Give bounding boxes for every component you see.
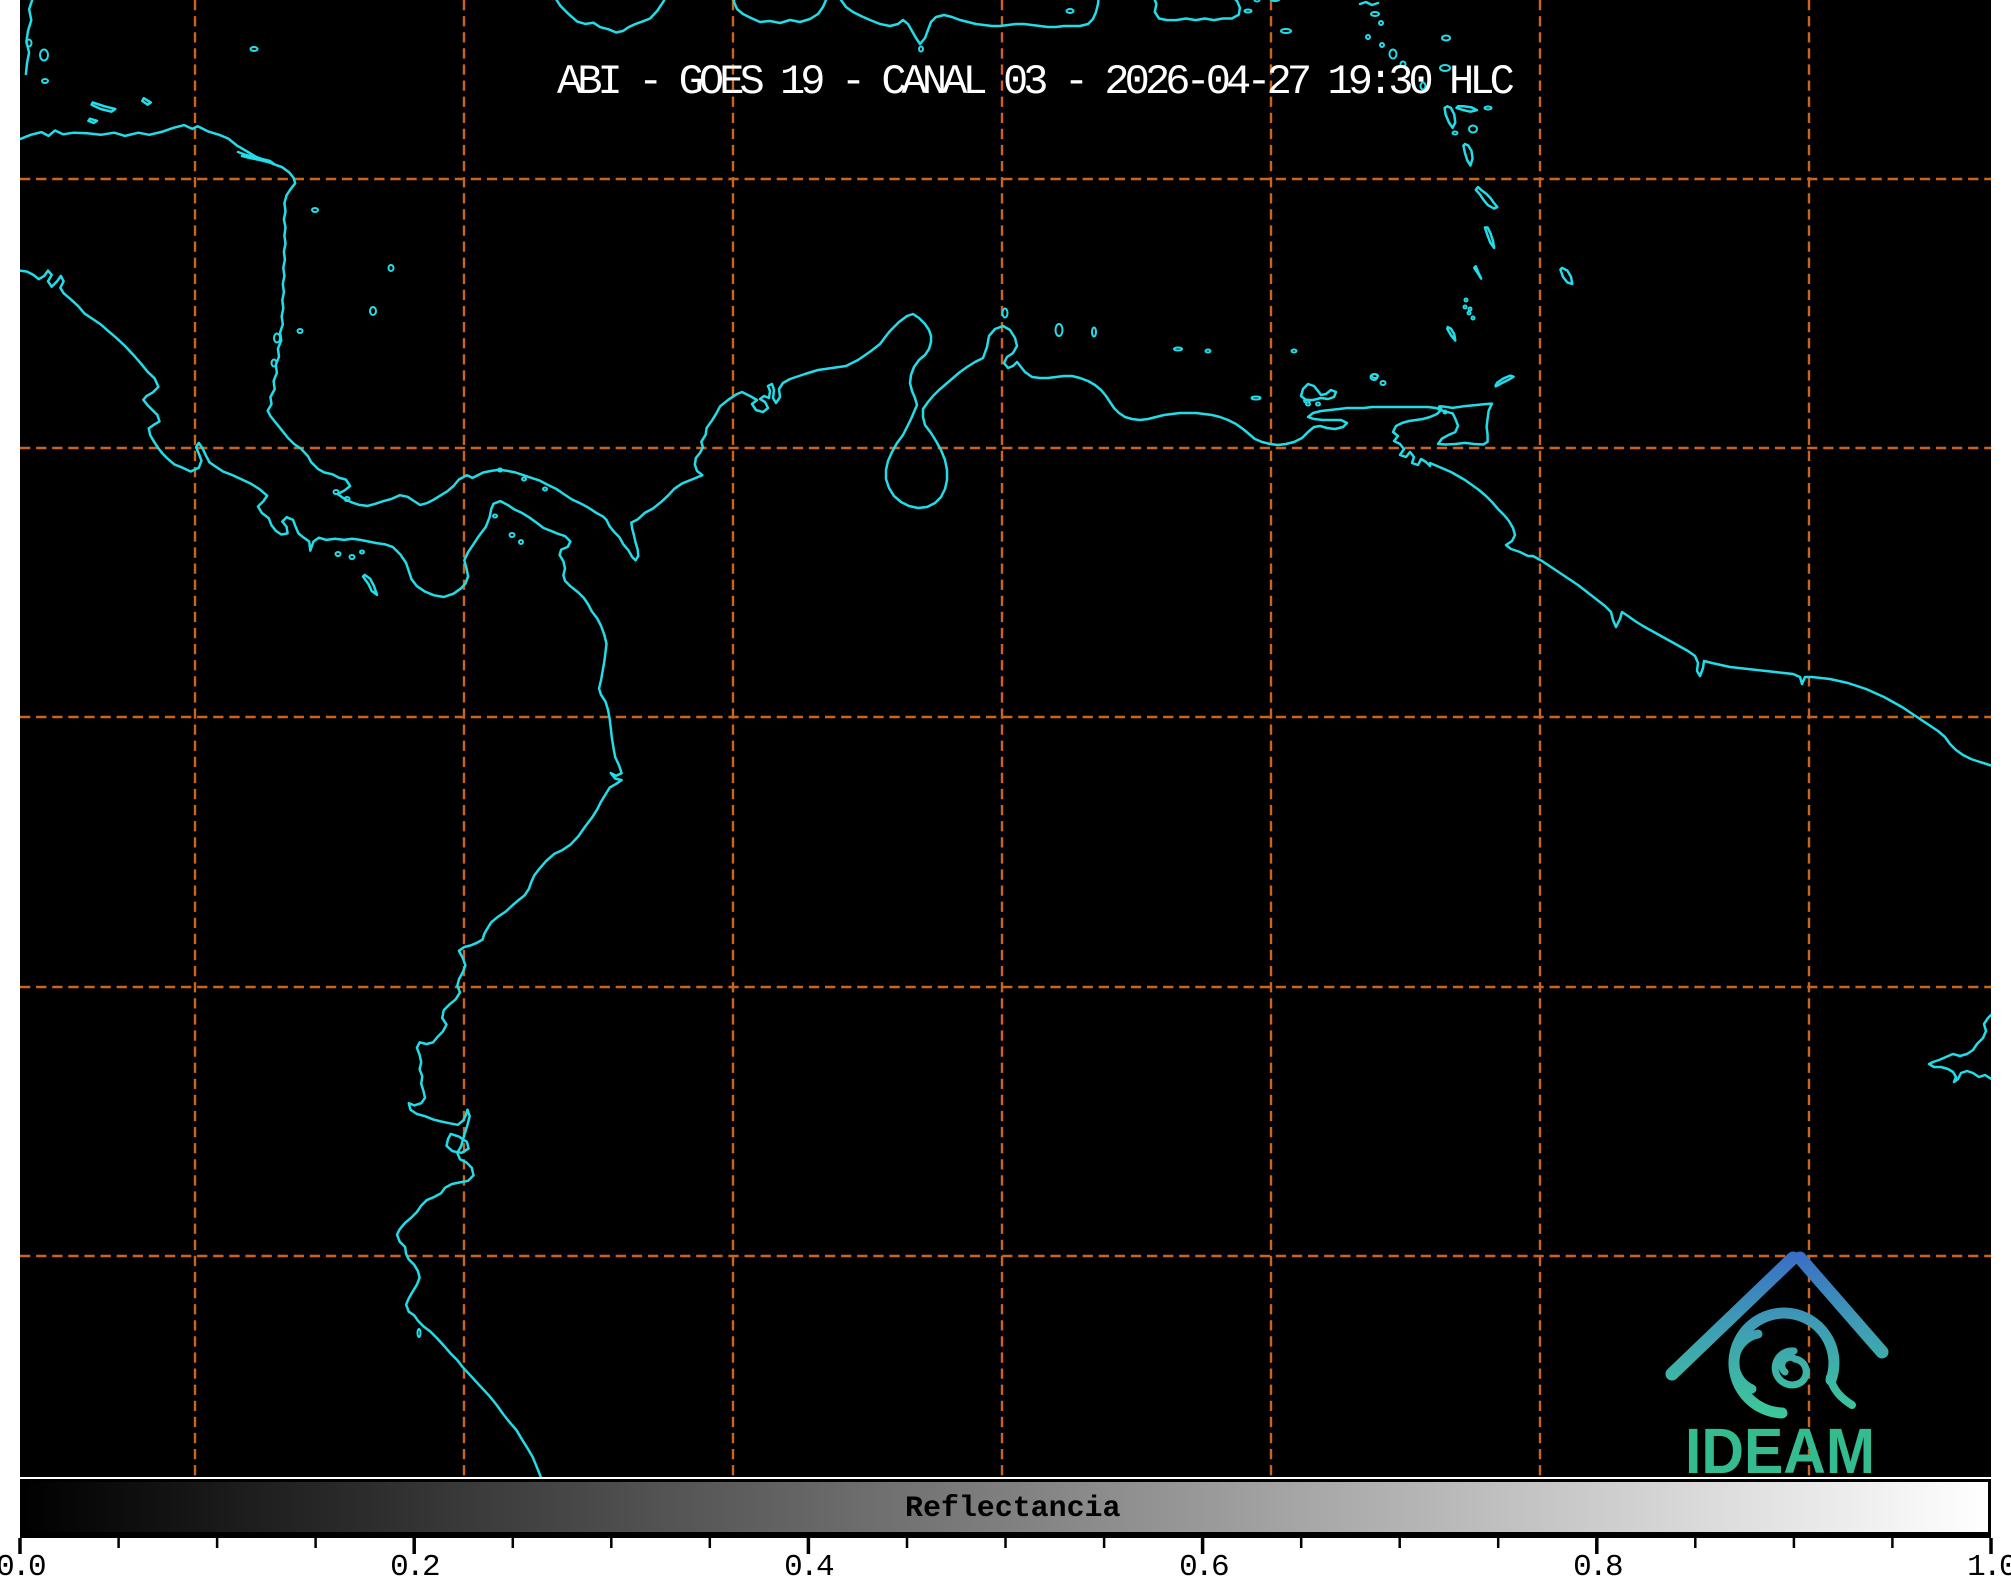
svg-text:IDEAM: IDEAM [1685,1415,1875,1487]
